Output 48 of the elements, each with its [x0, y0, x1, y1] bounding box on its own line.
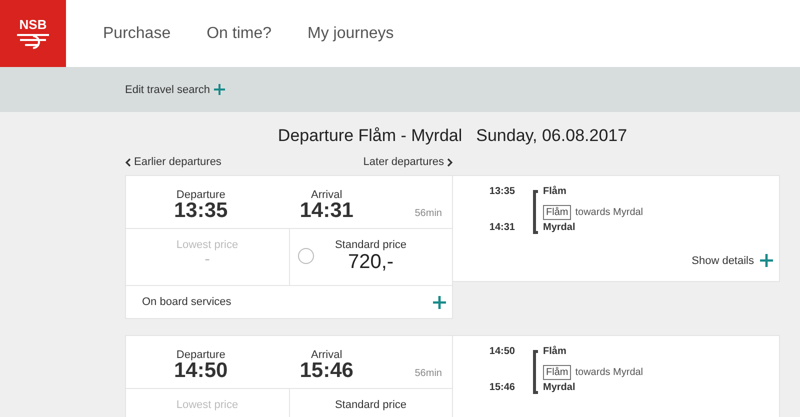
- nav-link[interactable]: On time?: [206, 24, 272, 42]
- lowest-price-label: Lowest price: [176, 239, 238, 251]
- duration: 56min: [414, 208, 442, 221]
- arrival-label: Arrival: [310, 189, 342, 201]
- departure-label: Departure: [176, 189, 226, 201]
- date-title: Sunday, 06.08.2017: [476, 126, 628, 146]
- standard-price-label: Standard price: [334, 399, 407, 411]
- earlier-link[interactable]: Earlier departures: [125, 156, 222, 168]
- duration: 56min: [414, 368, 442, 381]
- departure-time: 14:50: [488, 346, 516, 359]
- departure-time: 14:50: [174, 361, 228, 381]
- arrival-time: 15:46: [300, 361, 354, 381]
- plus-icon: [760, 254, 773, 267]
- arrival-time: 14:31: [300, 201, 354, 221]
- arrival-time: 15:46: [488, 382, 516, 395]
- arrival-label: Arrival: [310, 349, 342, 361]
- direction-text: towards Myrdal: [575, 366, 644, 378]
- stop-name: Flåm: [543, 186, 568, 199]
- stop-name: Myrdal: [543, 222, 576, 235]
- route-title: Departure Flåm - Myrdal: [278, 126, 462, 146]
- stop-name: Myrdal: [543, 382, 576, 395]
- line-tag: Flåm: [543, 204, 572, 220]
- later-link[interactable]: Later departures: [363, 156, 453, 168]
- direction-text: towards Myrdal: [575, 206, 644, 218]
- departure-time: 13:35: [174, 201, 228, 221]
- arrival-time: 14:31: [488, 222, 516, 235]
- nav-link[interactable]: My journeys: [308, 24, 394, 42]
- chevron-right-icon: [447, 158, 453, 166]
- expand-button[interactable]: [433, 296, 446, 308]
- plus-icon: [214, 84, 225, 95]
- services-label: On board services: [142, 296, 232, 308]
- route-bracket: [533, 190, 538, 234]
- standard-price: 720,-: [348, 251, 394, 274]
- route-bracket: [533, 350, 538, 394]
- departure-time: 13:35: [488, 186, 516, 199]
- logo[interactable]: NSB: [0, 0, 66, 67]
- departure-label: Departure: [176, 349, 226, 361]
- edit-search-link[interactable]: Edit travel search: [125, 84, 225, 96]
- stop-name: Flåm: [543, 346, 568, 359]
- lowest-price: -: [204, 251, 210, 269]
- plus-icon: [433, 296, 446, 308]
- radio-button[interactable]: [298, 248, 314, 264]
- line-tag: Flåm: [543, 364, 572, 380]
- standard-price-label: Standard price: [334, 239, 407, 251]
- chevron-left-icon: [125, 158, 131, 166]
- show-details-link[interactable]: Show details: [692, 254, 773, 267]
- nav-link[interactable]: Purchase: [103, 24, 171, 42]
- lowest-price-label: Lowest price: [176, 399, 238, 411]
